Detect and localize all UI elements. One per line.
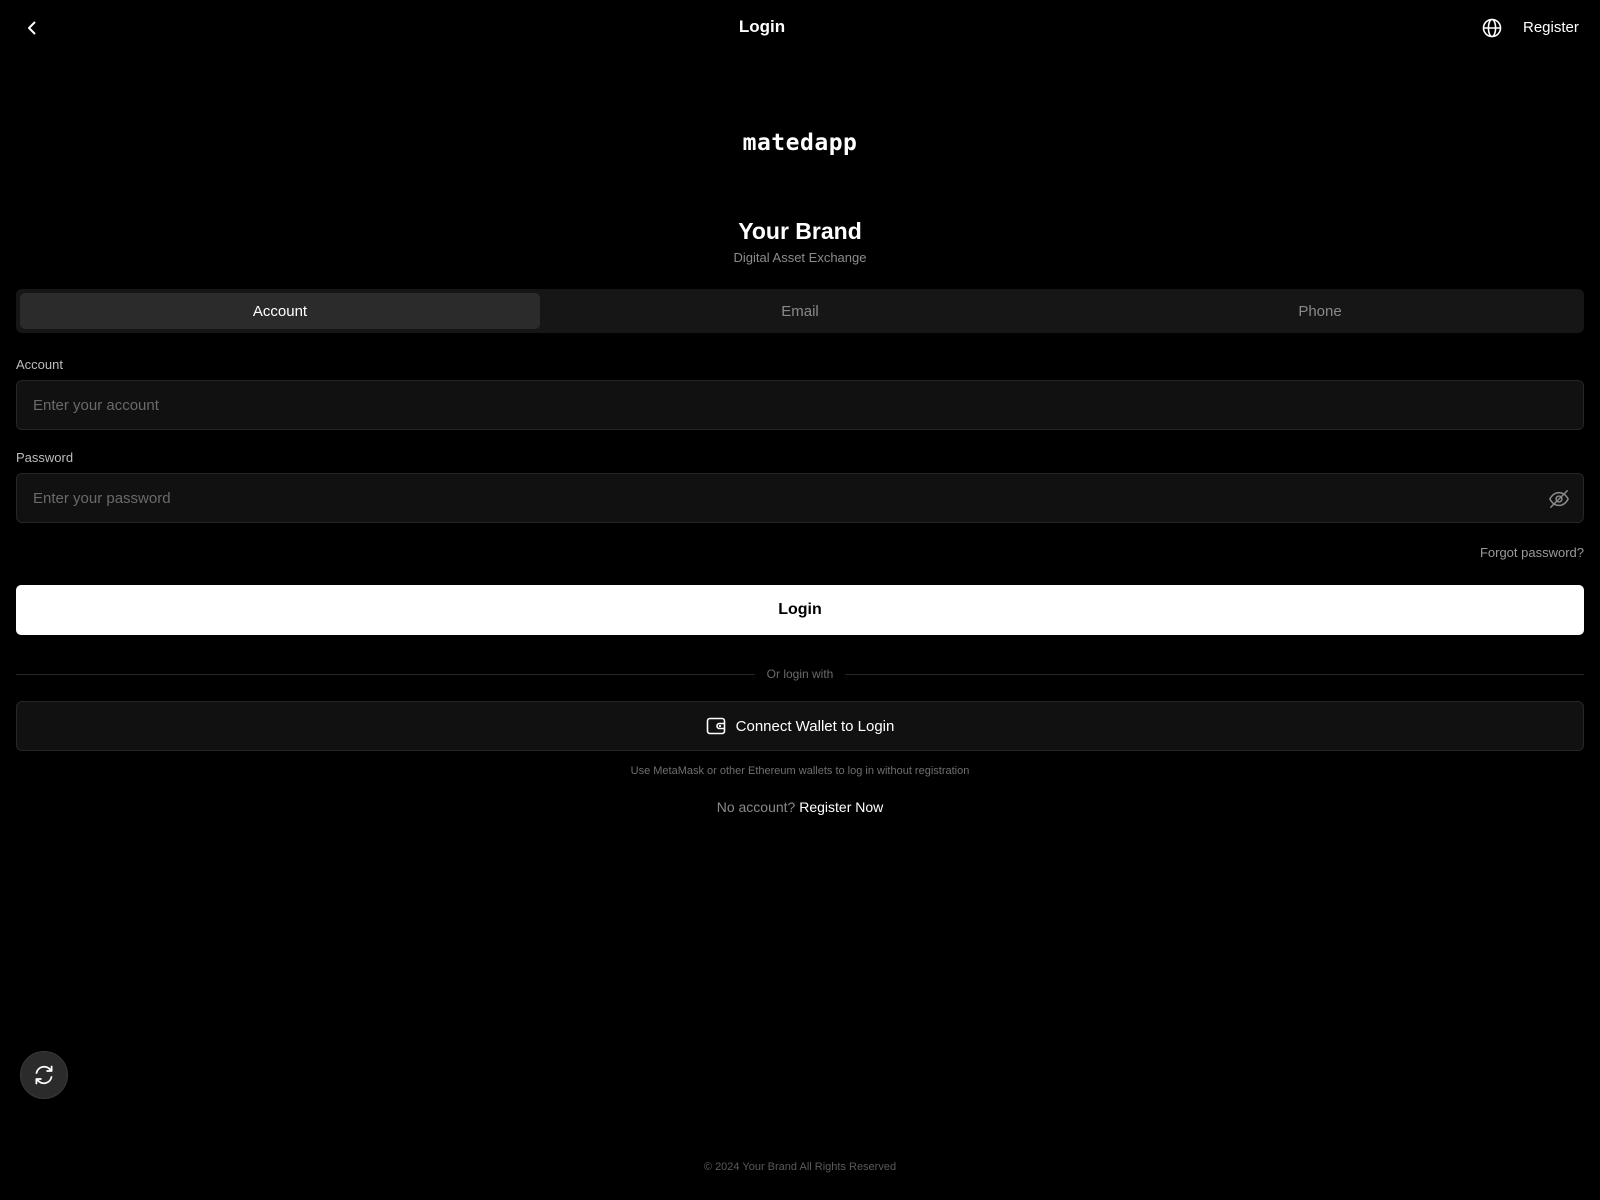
language-button[interactable] [1480,16,1504,40]
account-input[interactable] [17,381,1583,429]
connect-wallet-button[interactable]: Connect Wallet to Login [16,701,1584,751]
tab-email[interactable]: Email [540,293,1060,329]
refresh-icon [35,1065,53,1085]
password-input[interactable] [17,474,1583,522]
password-field [16,473,1584,523]
wallet-icon [706,716,726,736]
divider-text: Or login with [766,667,834,681]
top-bar: Login Register [0,0,1600,56]
signup-prompt: No account? Register Now [0,799,1600,815]
register-now-link[interactable]: Register Now [799,799,883,815]
globe-icon [1482,18,1502,38]
wallet-hint-text: Use MetaMask or other Ethereum wallets t… [630,765,970,777]
tab-account[interactable]: Account [20,293,540,329]
forgot-password-link[interactable]: Forgot password? [1480,545,1584,560]
connect-wallet-label: Connect Wallet to Login [735,717,895,735]
header-register-link[interactable]: Register [1523,19,1579,36]
login-method-tabs: Account Email Phone [16,289,1584,333]
login-button[interactable]: Login [16,585,1584,635]
brand-name: Your Brand [738,218,862,244]
page-title: Login [738,17,786,36]
brand-logo: matedapp [742,130,858,156]
account-label: Account [16,357,63,372]
password-label: Password [16,450,74,465]
refresh-button[interactable] [20,1051,68,1099]
or-divider: Or login with [16,666,1585,682]
tab-phone[interactable]: Phone [1060,293,1580,329]
divider-line-left [16,673,755,675]
no-account-text: No account? [716,799,796,815]
account-field [16,380,1584,430]
eye-off-icon [1548,490,1570,508]
password-visibility-toggle[interactable] [1547,487,1571,511]
footer-copyright: © 2024 Your Brand All Rights Reserved [703,1161,897,1173]
brand-subtitle: Digital Asset Exchange [733,250,867,265]
divider-line-right [845,673,1585,675]
